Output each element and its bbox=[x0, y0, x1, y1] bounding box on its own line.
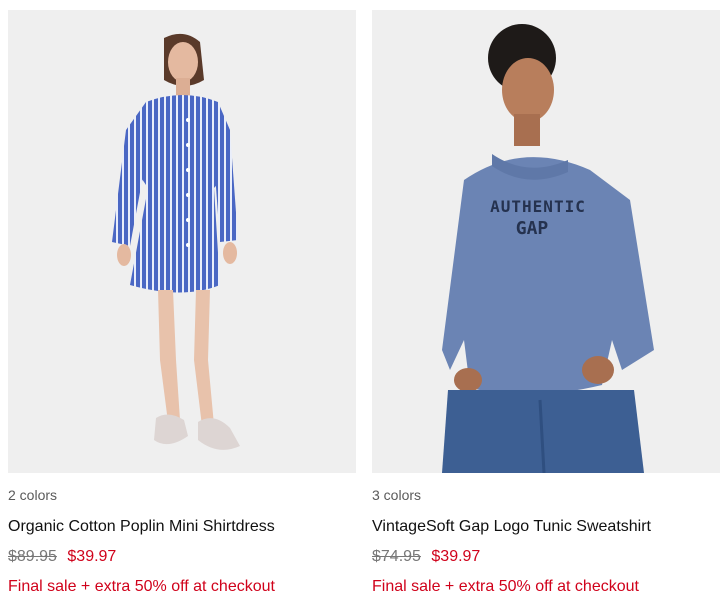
product-image[interactable]: AUTHENTIC GAP bbox=[372, 10, 720, 473]
sale-price: $39.97 bbox=[431, 548, 481, 565]
price-row: $89.95 $39.97 bbox=[8, 547, 356, 567]
color-count: 2 colors bbox=[8, 487, 58, 503]
price-row: $74.95 $39.97 bbox=[372, 547, 720, 567]
model-shirtdress-photo bbox=[8, 10, 356, 473]
product-title[interactable]: Organic Cotton Poplin Mini Shirtdress bbox=[8, 517, 356, 537]
original-price: $74.95 bbox=[372, 548, 421, 565]
product-grid: 2 colors Organic Cotton Poplin Mini Shir… bbox=[0, 0, 727, 598]
graphic-text-authentic: AUTHENTIC bbox=[490, 197, 586, 216]
graphic-text-gap: GAP bbox=[516, 218, 549, 239]
original-price: $89.95 bbox=[8, 548, 57, 565]
product-title[interactable]: VintageSoft Gap Logo Tunic Sweatshirt bbox=[372, 517, 720, 537]
promo-text: Final sale + extra 50% off at checkout bbox=[372, 578, 639, 595]
product-image[interactable] bbox=[8, 10, 356, 473]
product-card[interactable]: AUTHENTIC GAP 3 colors VintageSoft Gap L… bbox=[372, 10, 720, 597]
color-count: 3 colors bbox=[372, 487, 422, 503]
promo-text: Final sale + extra 50% off at checkout bbox=[8, 578, 275, 595]
model-sweatshirt-photo: AUTHENTIC GAP bbox=[372, 10, 720, 473]
sale-price: $39.97 bbox=[67, 548, 117, 565]
product-card[interactable]: 2 colors Organic Cotton Poplin Mini Shir… bbox=[8, 10, 356, 597]
